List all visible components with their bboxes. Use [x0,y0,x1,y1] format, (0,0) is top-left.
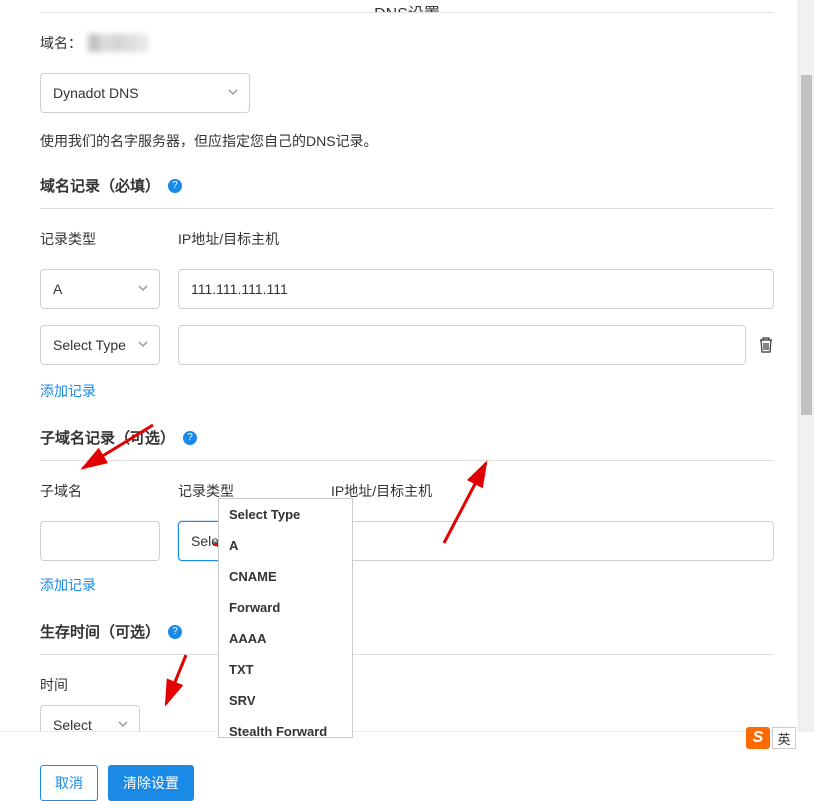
delete-icon[interactable] [758,336,774,354]
sub-type-dropdown[interactable]: Select TypeACNAMEForwardAAAATXTSRVStealt… [218,498,353,738]
dropdown-option[interactable]: Stealth Forward [219,716,352,738]
ime-lang: 英 [772,727,796,749]
add-subrecord-link[interactable]: 添加记录 [40,575,96,595]
ime-logo-icon: S [746,727,770,749]
add-record-link[interactable]: 添加记录 [40,381,96,401]
sub-ip-label: IP地址/目标主机 [331,481,774,501]
domain-label: 域名： [40,33,82,53]
ttl-time-label: 时间 [40,675,774,695]
sub-row-0: Select Type [40,521,774,561]
hint-text: 使用我们的名字服务器，但应指定您自己的DNS记录。 [40,131,774,151]
record-row-0: A 111.111.111.111 [40,269,774,309]
record-row-1: Select Type [40,325,774,365]
subdomain-input[interactable] [40,521,160,561]
dns-mode-select[interactable]: Dynadot DNS [40,73,250,113]
record-ip-label: IP地址/目标主机 [178,229,774,249]
dropdown-option[interactable]: A [219,530,352,561]
section-ttl-title: 生存时间（可选） ? [40,621,774,655]
record-ip-value-0: 111.111.111.111 [191,281,288,297]
dropdown-option[interactable]: CNAME [219,561,352,592]
domain-row: 域名： [40,33,774,53]
chevron-down-icon [137,281,149,297]
record-type-select-0[interactable]: A [40,269,160,309]
section-ttl-label: 生存时间（可选） [40,621,160,642]
ime-indicator[interactable]: S 英 [746,727,796,749]
scrollbar-horizontal[interactable] [0,731,814,753]
section-records-title: 域名记录（必填） ? [40,175,774,209]
sub-labels-row: 子域名 记录类型 IP地址/目标主机 [40,481,774,511]
record-type-value-1: Select Type [53,337,126,353]
scrollbar-thumb[interactable] [801,75,812,415]
section-records-label: 域名记录（必填） [40,175,160,196]
help-icon[interactable]: ? [168,625,182,639]
scrollbar-vertical[interactable] [798,0,814,731]
section-sub-label: 子域名记录（可选） [40,427,175,448]
page-title: DNS设置 [40,0,774,13]
dropdown-option[interactable]: TXT [219,654,352,685]
record-type-select-1[interactable]: Select Type [40,325,160,365]
record-type-label: 记录类型 [40,229,160,249]
record-type-value-0: A [53,281,62,297]
chevron-down-icon [137,337,149,353]
action-buttons: 取消 清除设置 [40,765,774,801]
dropdown-option[interactable]: Forward [219,592,352,623]
chevron-down-icon [227,85,239,101]
dropdown-option[interactable]: SRV [219,685,352,716]
section-sub-title: 子域名记录（可选） ? [40,427,774,461]
record-ip-input-0[interactable]: 111.111.111.111 [178,269,774,309]
subdomain-label: 子域名 [40,481,160,501]
help-icon[interactable]: ? [183,431,197,445]
help-icon[interactable]: ? [168,179,182,193]
dns-mode-value: Dynadot DNS [53,85,139,101]
record-labels-row: 记录类型 IP地址/目标主机 [40,229,774,259]
dropdown-option[interactable]: Select Type [219,499,352,530]
dropdown-option[interactable]: AAAA [219,623,352,654]
clear-button[interactable]: 清除设置 [108,765,194,801]
domain-value-redacted [88,34,148,52]
cancel-button[interactable]: 取消 [40,765,98,801]
record-ip-input-1[interactable] [178,325,746,365]
sub-ip-input[interactable] [331,521,774,561]
